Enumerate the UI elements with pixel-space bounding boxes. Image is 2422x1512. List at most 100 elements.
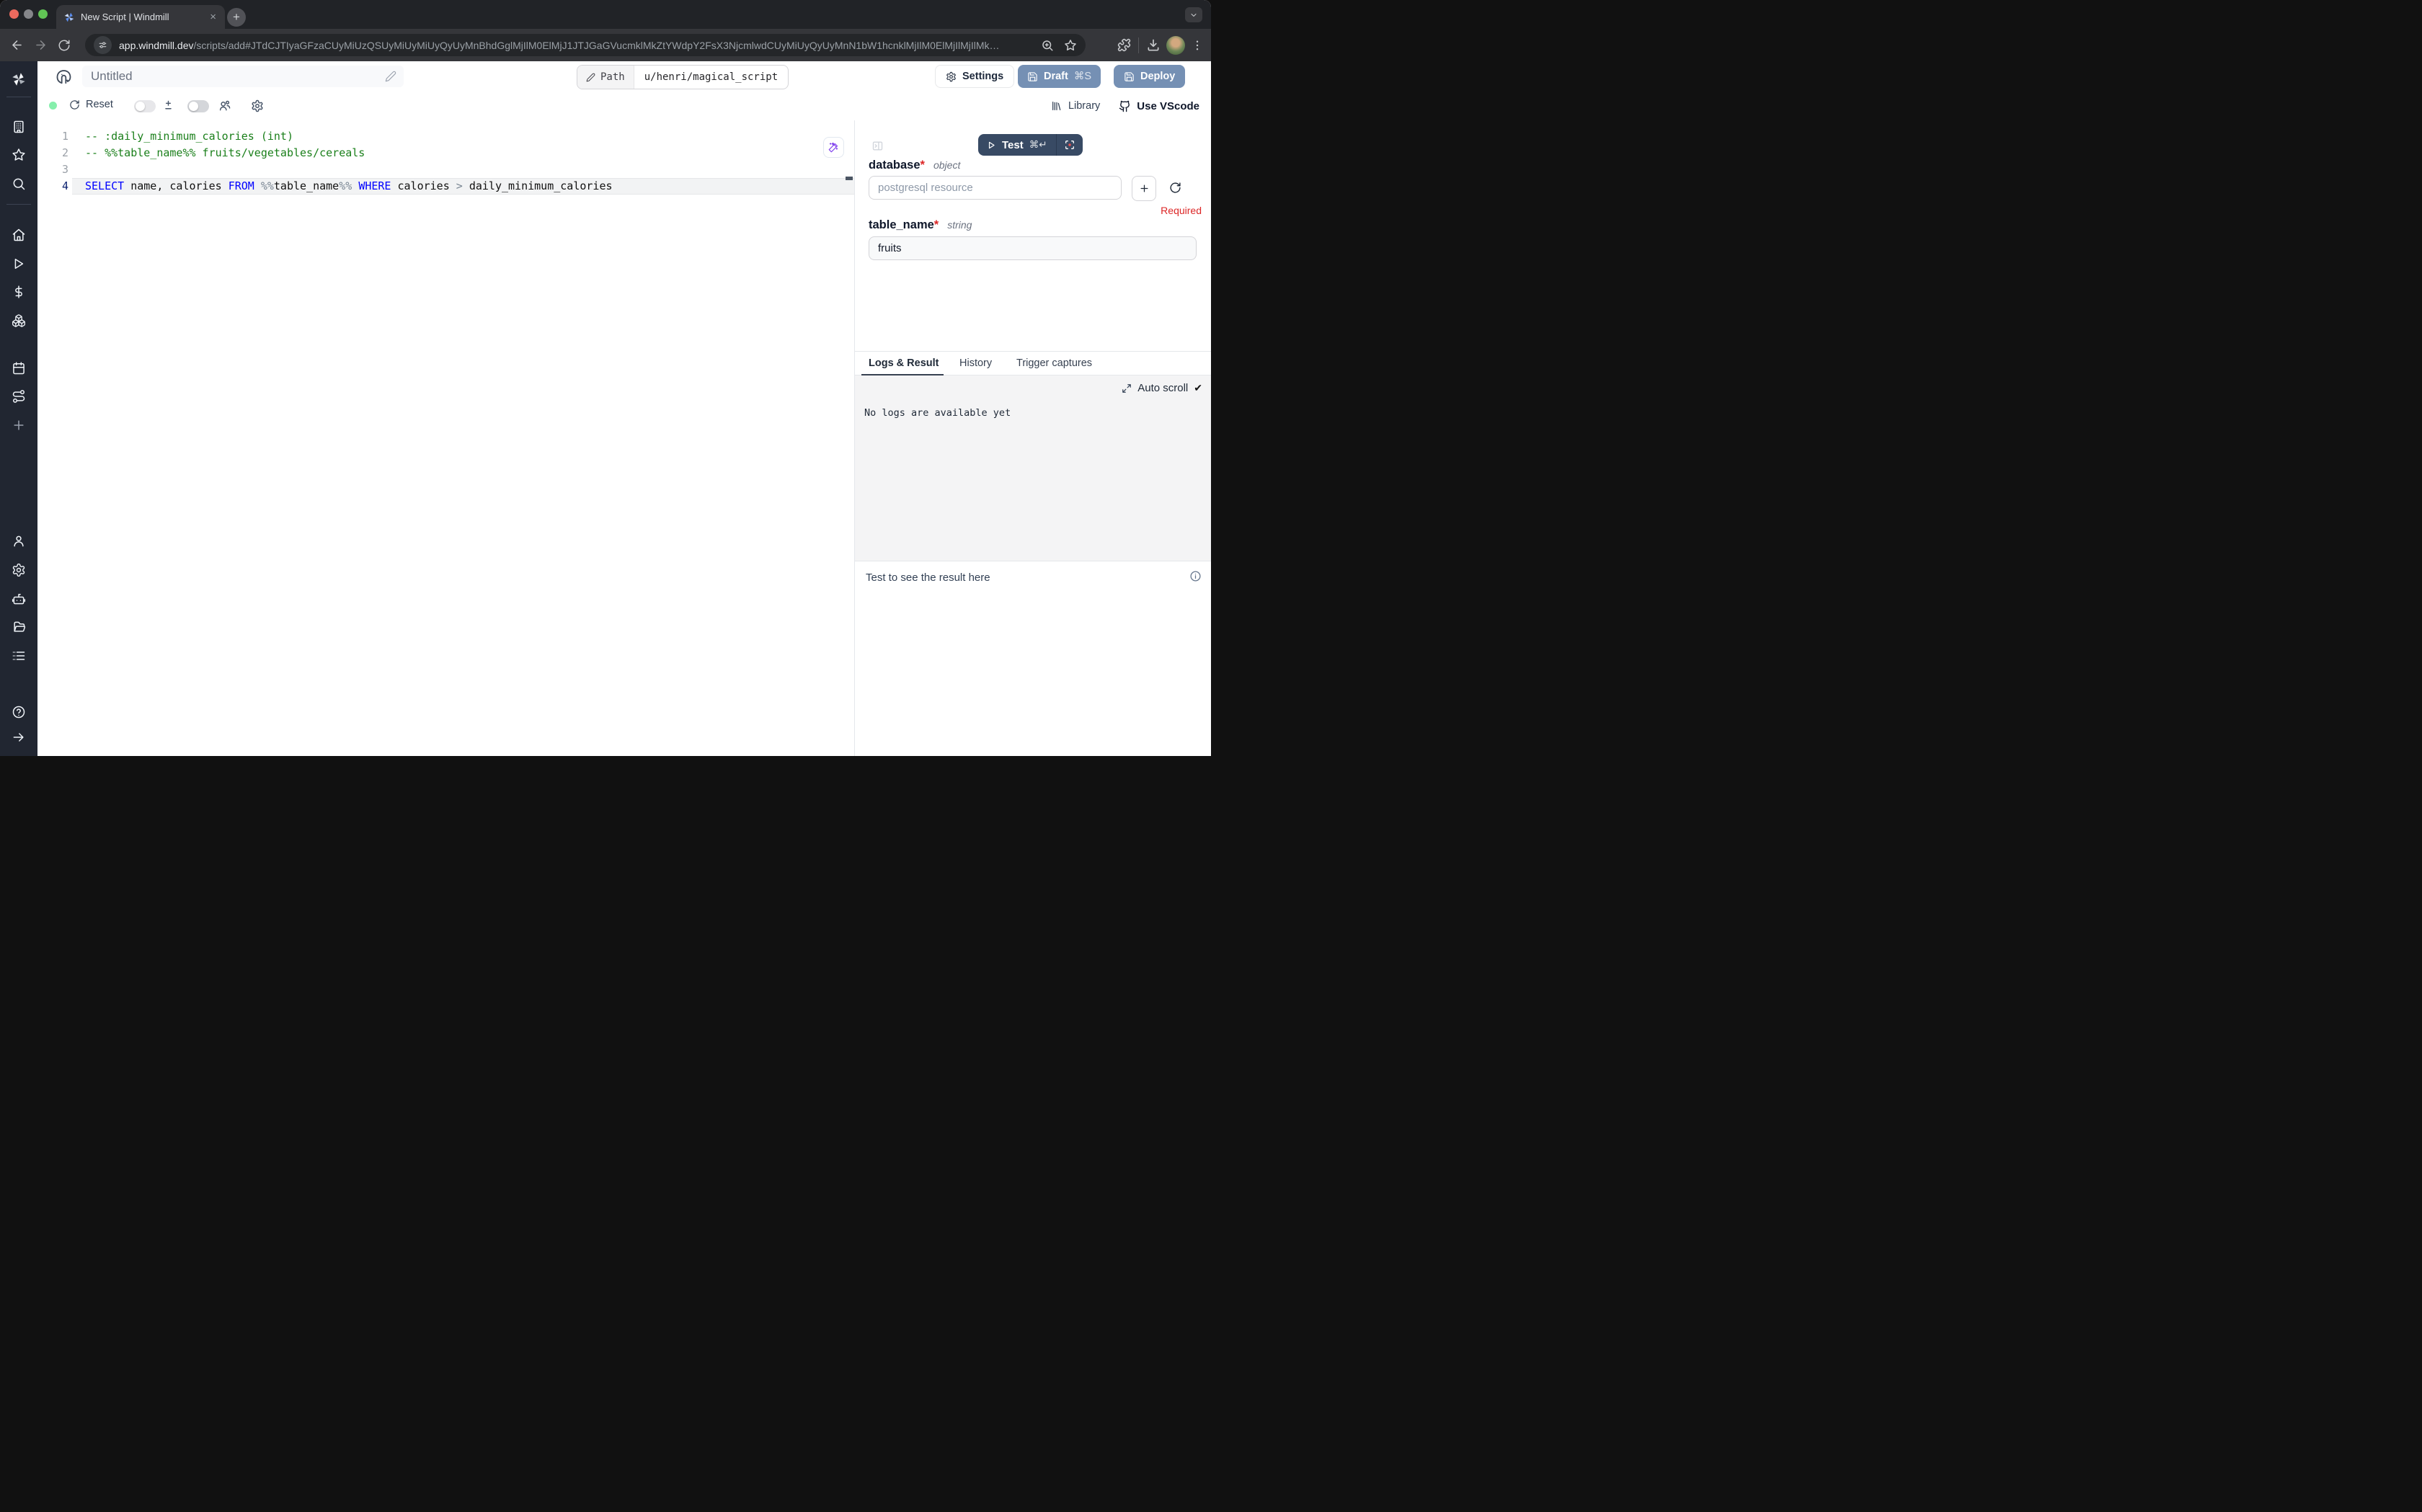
draft-button[interactable]: Draft ⌘S: [1018, 65, 1101, 88]
settings-label: Settings: [962, 71, 1003, 82]
tab-strip: New Script | Windmill × +: [0, 0, 1211, 29]
script-header: Path u/henri/magical_script Settings Dra…: [37, 61, 1211, 92]
plus-icon: [1139, 183, 1150, 194]
reload-icon[interactable]: [58, 39, 71, 52]
address-bar[interactable]: app.windmill.dev/scripts/add#JTdCJTIyaGF…: [85, 34, 1086, 56]
expand-logs-icon[interactable]: [1122, 383, 1132, 393]
routes-icon[interactable]: [12, 389, 26, 404]
schedules-calendar-icon[interactable]: [12, 361, 26, 375]
info-icon[interactable]: [1189, 570, 1202, 582]
home-icon[interactable]: [12, 228, 26, 242]
field-name: database: [869, 159, 921, 172]
plus-minus-icon[interactable]: [162, 99, 174, 112]
editor-code[interactable]: -- :daily_minimum_calories (int)-- %%tab…: [72, 128, 854, 195]
tab-close-icon[interactable]: ×: [208, 12, 218, 22]
toggle-knob: [189, 102, 198, 111]
library-button[interactable]: Library: [1051, 100, 1100, 112]
new-tab-button[interactable]: +: [227, 8, 246, 27]
path-label-section: Path: [577, 66, 634, 89]
editor-settings-gear-icon[interactable]: [251, 99, 264, 112]
settings-button[interactable]: Settings: [935, 65, 1014, 88]
runs-play-icon[interactable]: [12, 257, 26, 271]
site-info-button[interactable]: [94, 36, 112, 54]
path-label: Path: [600, 71, 625, 83]
code-line-4[interactable]: SELECT name, calories FROM %%table_name%…: [72, 178, 854, 195]
edit-path-pencil-icon: [586, 73, 595, 82]
tune-icon: [98, 40, 107, 50]
folders-open-icon[interactable]: [12, 620, 26, 634]
extensions-puzzle-icon[interactable]: [1117, 38, 1131, 52]
audit-list-icon[interactable]: [12, 649, 26, 663]
tab-search-button[interactable]: [1185, 7, 1202, 22]
code-line-3[interactable]: [72, 161, 854, 178]
toggle-knob: [136, 102, 145, 111]
logs-pane: Auto scroll ✔ No logs are available yet: [855, 375, 1211, 561]
auto-scroll-control[interactable]: Auto scroll ✔: [1122, 382, 1202, 394]
panel-tabs: Logs & Result History Trigger captures: [855, 351, 1211, 375]
auto-scroll-label: Auto scroll: [1137, 382, 1188, 394]
table-name-input[interactable]: [869, 236, 1197, 260]
user-icon[interactable]: [12, 534, 26, 548]
variables-dollar-icon[interactable]: [12, 285, 26, 299]
collaborators-users-icon[interactable]: [218, 99, 231, 112]
tab-trigger-captures[interactable]: Trigger captures: [1016, 357, 1092, 369]
bookmark-star-icon[interactable]: [1064, 39, 1077, 52]
reset-refresh-icon: [69, 99, 80, 110]
windmill-logo-icon[interactable]: [11, 71, 27, 87]
profile-avatar[interactable]: [1166, 36, 1185, 55]
save-icon: [1027, 71, 1038, 82]
deploy-button[interactable]: Deploy: [1114, 65, 1185, 88]
reset-button[interactable]: Reset: [69, 99, 113, 110]
draft-label: Draft: [1044, 71, 1068, 82]
code-line-2[interactable]: -- %%table_name%% fruits/vegetables/cere…: [72, 145, 854, 161]
browser-tab[interactable]: New Script | Windmill ×: [56, 5, 225, 29]
test-label: Test: [1002, 139, 1024, 151]
path-chip[interactable]: Path u/henri/magical_script: [577, 65, 789, 89]
help-icon[interactable]: [12, 705, 26, 719]
required-asterisk: *: [921, 159, 925, 172]
collapse-panel-icon[interactable]: [871, 140, 884, 152]
postgresql-icon: [54, 67, 74, 86]
expand-sidebar-arrow-icon[interactable]: [12, 730, 26, 744]
database-input[interactable]: [869, 176, 1122, 200]
minimize-window-button[interactable]: [24, 9, 33, 19]
settings-gear-icon[interactable]: [12, 563, 26, 577]
path-value: u/henri/magical_script: [634, 66, 788, 89]
test-button[interactable]: Test ⌘↵: [978, 134, 1083, 156]
tab-logs-result[interactable]: Logs & Result: [869, 357, 939, 369]
collab-toggle[interactable]: [187, 100, 209, 112]
resources-boxes-icon[interactable]: [12, 313, 26, 328]
add-resource-button[interactable]: [1132, 176, 1156, 201]
sidebar: [0, 61, 37, 756]
vscode-label: Use VScode: [1137, 100, 1199, 112]
kebab-menu-icon[interactable]: [1191, 39, 1204, 52]
use-vscode-button[interactable]: Use VScode: [1119, 100, 1199, 112]
script-title-input[interactable]: [82, 66, 404, 87]
code-editor[interactable]: 1234 -- :daily_minimum_calories (int)-- …: [37, 120, 855, 756]
workspace-building-icon[interactable]: [12, 120, 26, 134]
diff-toggle[interactable]: [134, 100, 156, 112]
database-required-error: Required: [1161, 205, 1202, 216]
search-icon[interactable]: [12, 177, 26, 191]
ai-wand-button[interactable]: [823, 137, 844, 158]
close-window-button[interactable]: [9, 9, 19, 19]
back-icon[interactable]: [10, 38, 24, 52]
downloads-icon[interactable]: [1146, 38, 1161, 53]
workers-robot-icon[interactable]: [12, 592, 26, 606]
zoom-window-button[interactable]: [38, 9, 48, 19]
status-dot: [49, 102, 57, 110]
draft-shortcut: ⌘S: [1074, 71, 1091, 82]
field-label-database: database*object: [869, 159, 960, 172]
add-plus-icon[interactable]: [12, 418, 26, 432]
editor-gutter: 1234: [37, 128, 68, 195]
forward-icon[interactable]: [34, 38, 48, 52]
code-line-1[interactable]: -- :daily_minimum_calories (int): [72, 128, 854, 145]
zoom-page-icon[interactable]: [1041, 39, 1054, 52]
windmill-app: Path u/henri/magical_script Settings Dra…: [0, 61, 1211, 756]
edit-title-pencil-icon[interactable]: [385, 71, 396, 82]
tab-history[interactable]: History: [959, 357, 992, 369]
capture-test-button[interactable]: [1057, 139, 1083, 151]
refresh-resources-icon[interactable]: [1169, 182, 1181, 194]
capture-scan-icon: [1064, 139, 1075, 151]
favorites-star-icon[interactable]: [12, 148, 26, 162]
